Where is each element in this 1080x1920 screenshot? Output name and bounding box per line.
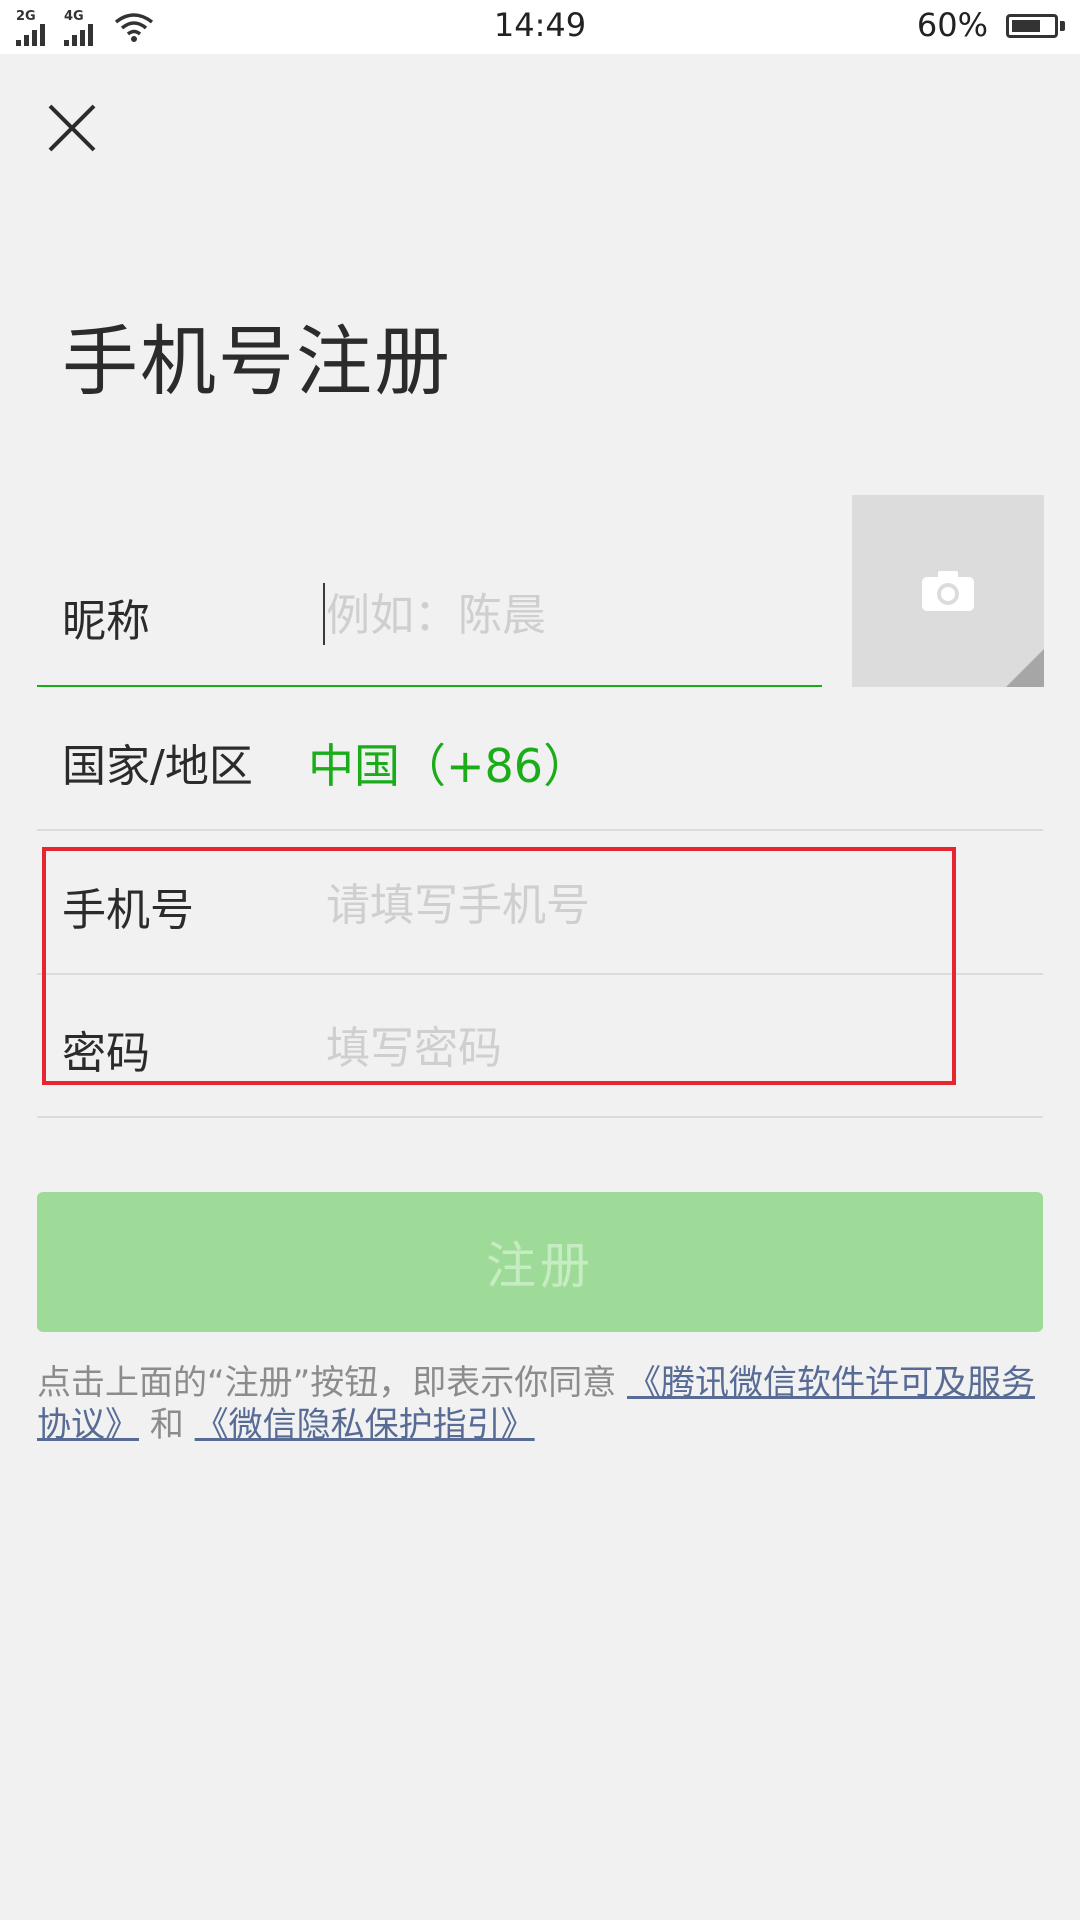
page-title: 手机号注册 — [62, 317, 452, 406]
battery-tip — [1060, 21, 1065, 31]
nickname-label: 昵称 — [62, 596, 150, 647]
status-bar: 2G 4G 14:49 60% — [0, 0, 1080, 54]
corner-indicator — [1006, 649, 1044, 687]
agreement-prefix: 点击上面的“注册”按钮，即表示你同意 — [37, 1363, 617, 1403]
camera-icon — [922, 571, 974, 611]
register-button[interactable]: 注册 — [37, 1192, 1043, 1332]
divider — [37, 1116, 1043, 1118]
close-icon[interactable] — [40, 96, 104, 160]
text-caret — [323, 583, 325, 645]
highlight-box — [42, 847, 956, 1085]
privacy-guide-link[interactable]: 《微信隐私保护指引》 — [195, 1405, 535, 1445]
battery-icon — [1006, 14, 1058, 38]
agreement-text: 点击上面的“注册”按钮，即表示你同意 《腾讯微信软件许可及服务协议》 和 《微信… — [37, 1362, 1047, 1446]
country-label: 国家/地区 — [62, 741, 253, 792]
agreement-middle: 和 — [149, 1405, 184, 1445]
nickname-underline — [37, 685, 822, 687]
battery-percentage: 60% — [916, 6, 988, 44]
avatar-picker[interactable] — [852, 495, 1044, 687]
nickname-input[interactable] — [326, 582, 806, 648]
country-value[interactable]: 中国（+86） — [308, 730, 589, 796]
divider — [37, 829, 1043, 831]
